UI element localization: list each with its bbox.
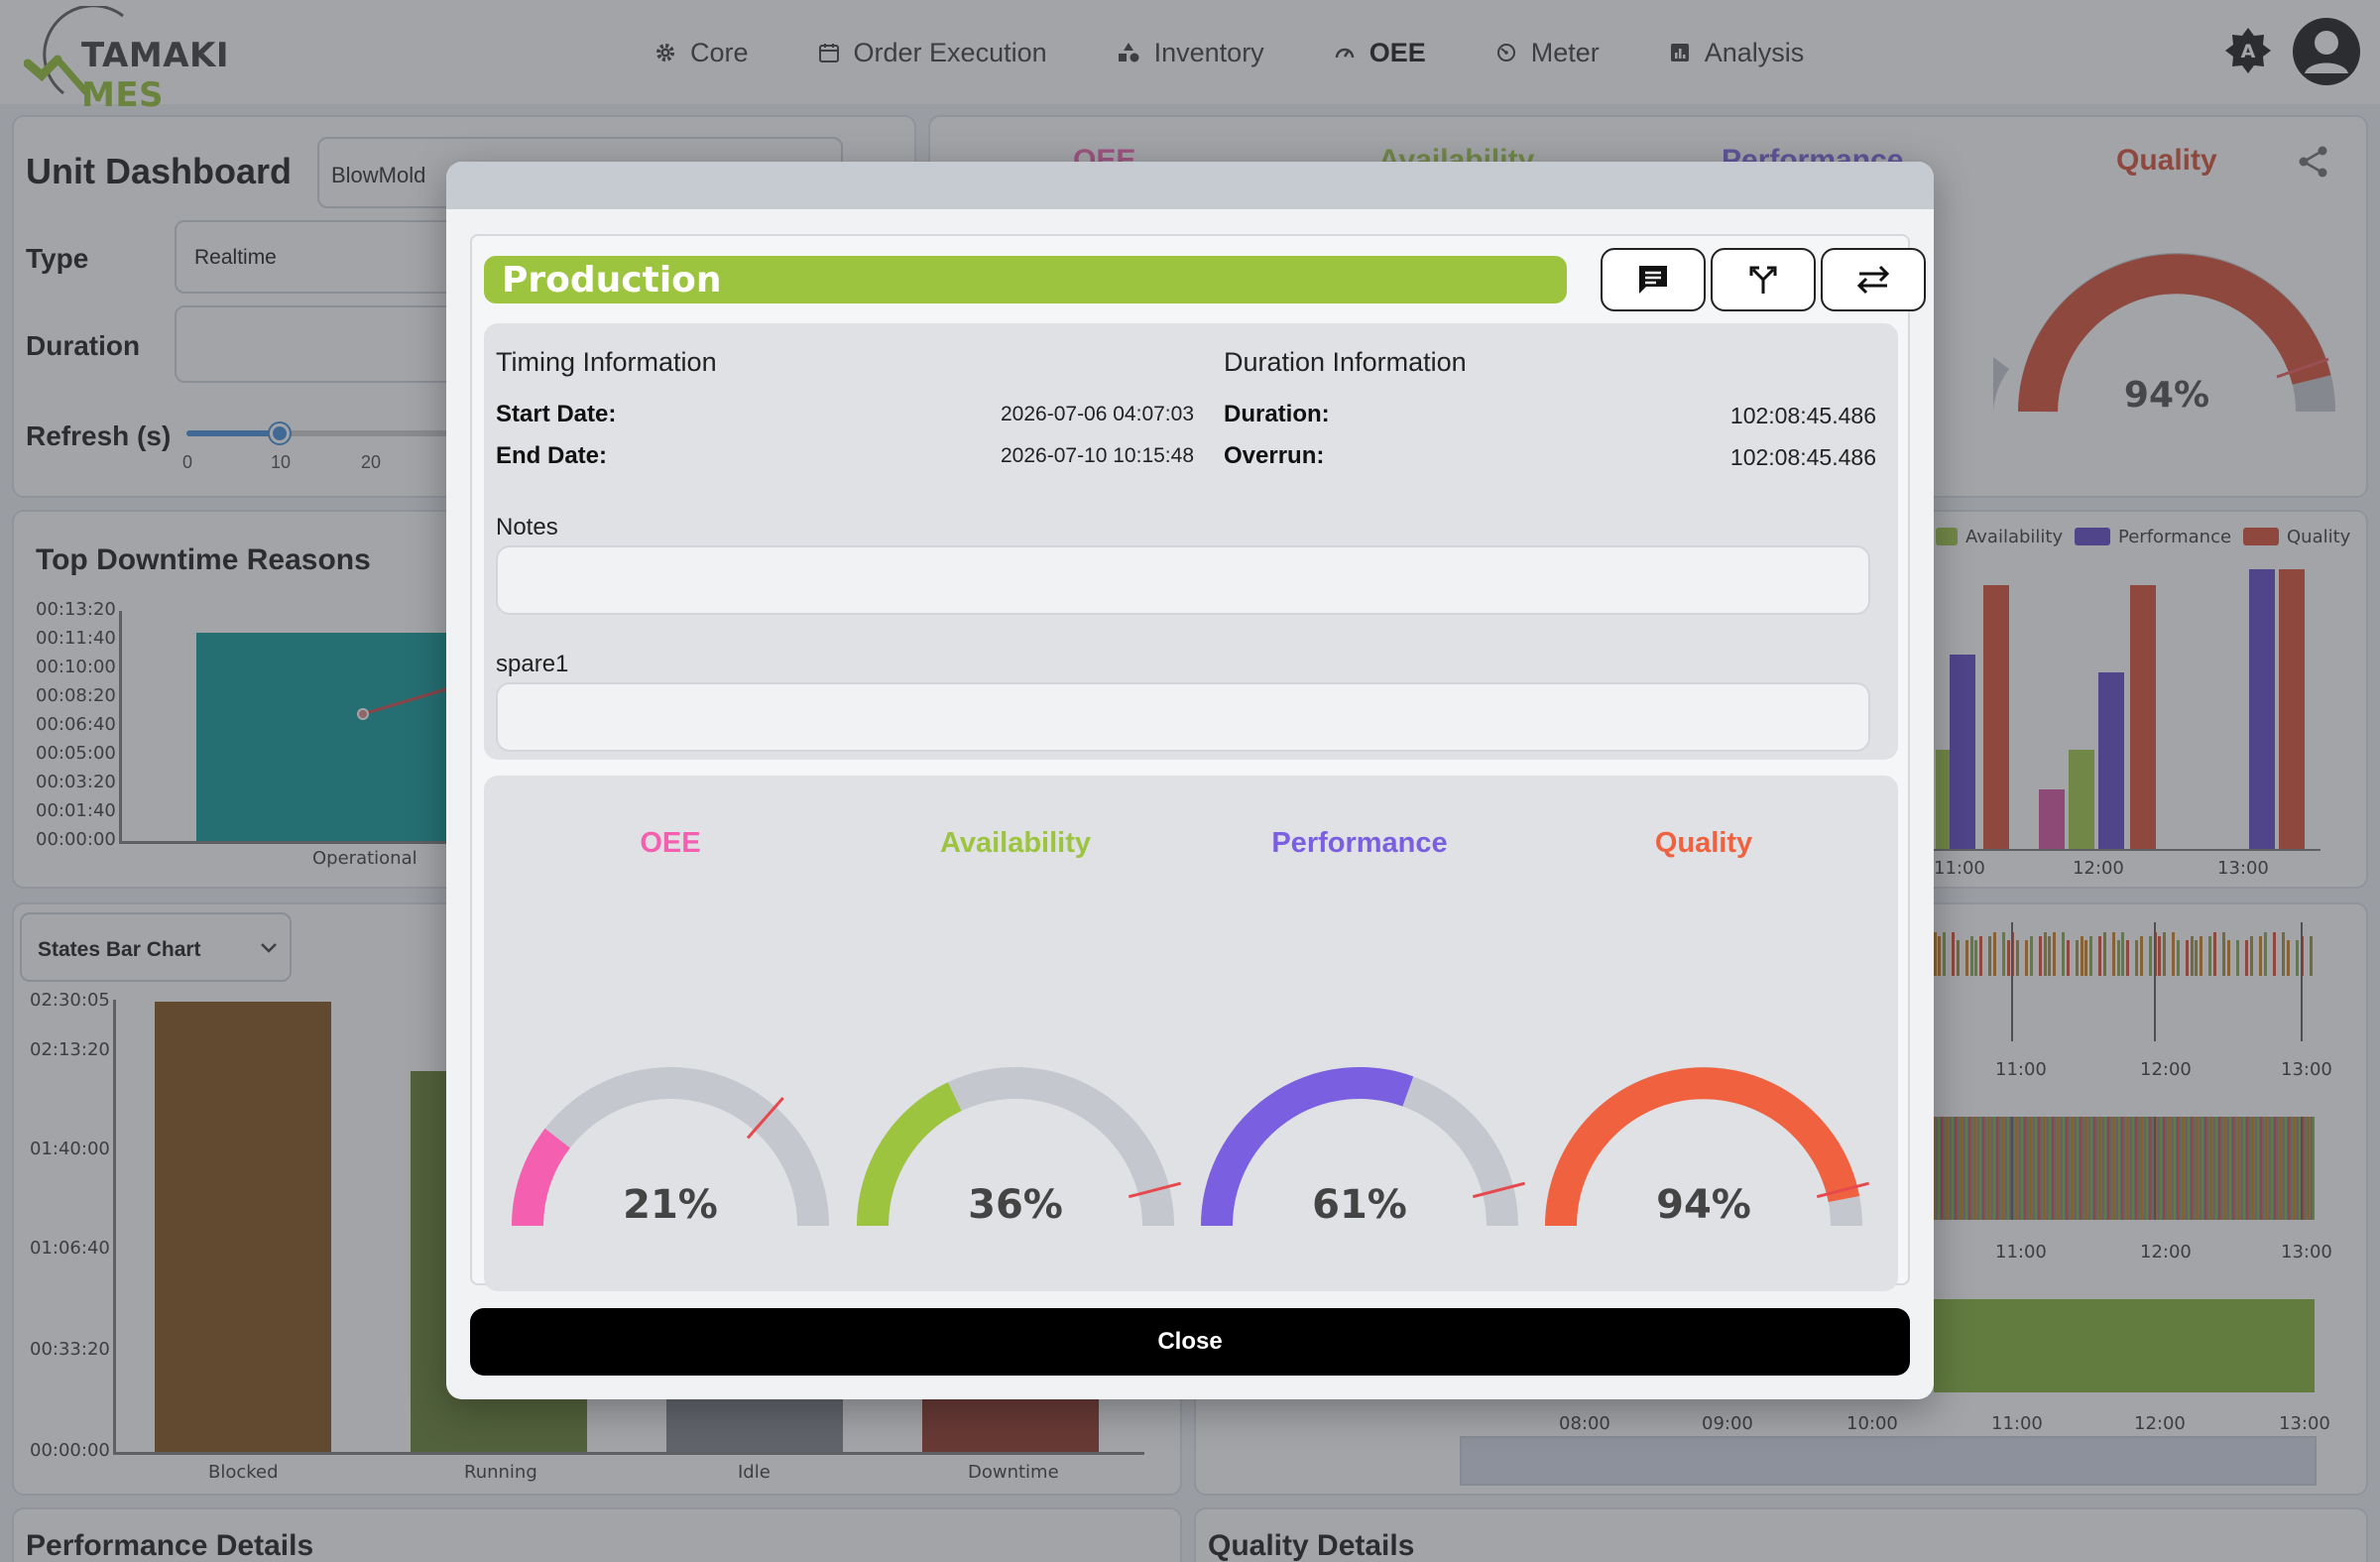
start-date-label: Start Date: <box>496 401 617 427</box>
swap-button[interactable] <box>1821 248 1926 311</box>
split-icon <box>1749 266 1777 294</box>
state-name-bar: Production <box>484 256 1567 303</box>
comment-button[interactable] <box>1601 248 1706 311</box>
gauge-value-arc <box>857 1082 962 1227</box>
comment-icon <box>1639 266 1667 294</box>
duration-heading: Duration Information <box>1224 347 1467 377</box>
gauge-value-text: 61% <box>1312 1182 1407 1228</box>
kpi-gauges: OEE 21% Availability 36% Performance 61% Quali… <box>484 776 1898 1291</box>
gauge-value-text: 21% <box>623 1182 718 1228</box>
modal-body: Production Timing Information Start Date… <box>470 234 1926 1291</box>
modal-header <box>446 162 1934 209</box>
gauge-title-availability: Availability <box>939 827 1092 859</box>
gauge-title-oee: OEE <box>640 827 701 859</box>
notes-label: Notes <box>496 514 558 541</box>
gauge-value-arc <box>511 1128 571 1227</box>
gauge-title-quality: Quality <box>1654 827 1753 859</box>
timing-heading: Timing Information <box>496 347 717 377</box>
split-button[interactable] <box>1711 248 1816 311</box>
gauge-quality: 94% <box>1545 1067 1869 1228</box>
gauge-performance: 61% <box>1201 1066 1525 1228</box>
gauge-value-text: 36% <box>968 1182 1063 1228</box>
spare1-label: spare1 <box>496 651 569 677</box>
close-button[interactable]: Close <box>470 1308 1910 1376</box>
duration-label: Duration: <box>1224 401 1330 427</box>
overrun-label: Overrun: <box>1224 442 1325 469</box>
gauge-availability: 36% <box>857 1067 1181 1228</box>
gauge-title-performance: Performance <box>1271 827 1448 859</box>
end-date-label: End Date: <box>496 442 608 469</box>
spare1-input[interactable] <box>496 682 1870 752</box>
notes-input[interactable] <box>496 545 1870 615</box>
swap-icon <box>1856 265 1890 295</box>
gauge-value-text: 94% <box>1656 1182 1751 1228</box>
gauge-oee: 21% <box>511 1067 829 1228</box>
end-date-value: 2026-07-10 10:15:48 <box>1001 444 1194 467</box>
state-detail-modal: Production Timing Information Start Date… <box>446 162 1934 1399</box>
duration-value: 102:08:45.486 <box>1729 403 1876 428</box>
state-info-box: Timing Information Start Date: 2026-07-0… <box>484 323 1898 760</box>
start-date-value: 2026-07-06 04:07:03 <box>1001 403 1194 425</box>
overrun-value: 102:08:45.486 <box>1729 444 1876 470</box>
